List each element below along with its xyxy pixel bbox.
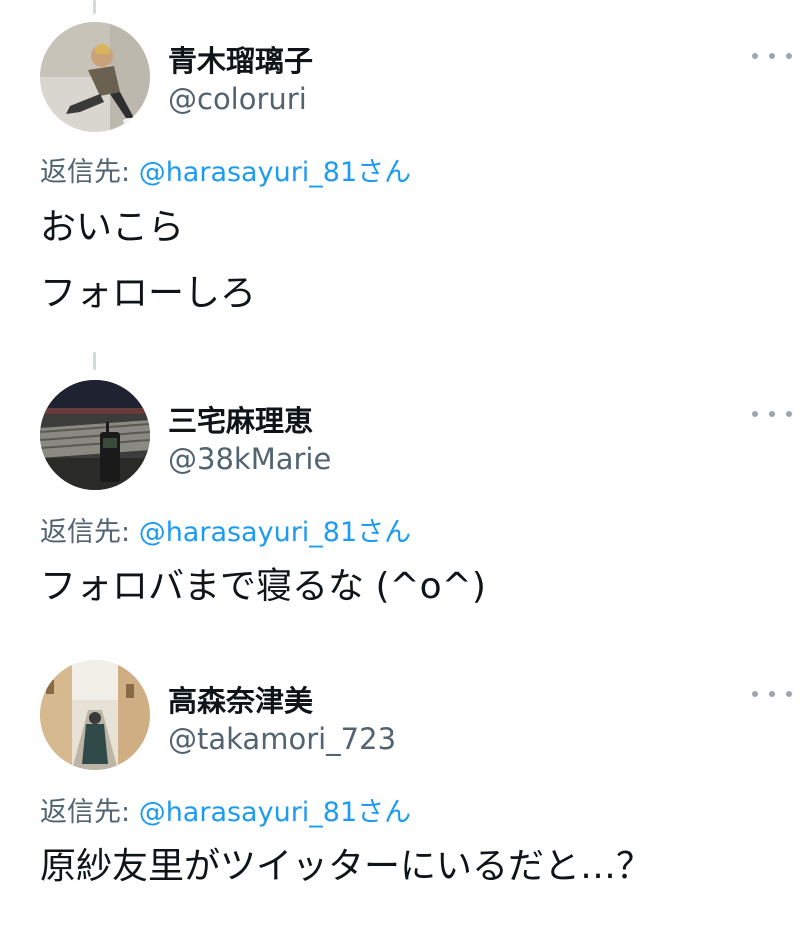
tweet[interactable]: 高森奈津美 @takamori_723 返信先: @harasayuri_81さ…	[0, 652, 810, 942]
reply-mention-link[interactable]: @harasayuri_81	[139, 157, 357, 188]
reply-to-line: 返信先: @harasayuri_81さん	[40, 790, 411, 829]
avatar[interactable]	[40, 380, 150, 490]
tweet-text-line: 原紗友里がツイッターにいるだと…？	[40, 846, 653, 887]
user-avatar-photo-icon	[40, 660, 150, 770]
tweet-text-line: おいこら	[40, 207, 185, 248]
more-options-icon[interactable]	[752, 404, 792, 424]
user-handle[interactable]: @38kMarie	[168, 442, 331, 476]
user-handle[interactable]: @takamori_723	[168, 722, 396, 756]
display-name[interactable]: 高森奈津美	[168, 678, 313, 720]
tweet[interactable]: 三宅麻理恵 @38kMarie 返信先: @harasayuri_81さん フォ…	[0, 372, 810, 642]
reply-mention-link[interactable]: @harasayuri_81	[139, 797, 357, 828]
tweet-text: フォロバまで寝るな (^o^)	[40, 554, 486, 620]
tweet[interactable]: 青木瑠璃子 @coloruri 返信先: @harasayuri_81さん おい…	[0, 0, 810, 340]
reply-suffix: さん	[357, 157, 412, 188]
tweet-text-line: フォロバまで寝るな (^o^)	[40, 566, 486, 607]
reply-prefix: 返信先:	[40, 517, 139, 548]
user-avatar-photo-icon	[40, 380, 150, 490]
reply-mention-link[interactable]: @harasayuri_81	[139, 517, 357, 548]
avatar[interactable]	[40, 660, 150, 770]
reply-prefix: 返信先:	[40, 157, 139, 188]
tweet-text: 原紗友里がツイッターにいるだと…？	[40, 834, 652, 900]
display-name[interactable]: 三宅麻理恵	[168, 398, 313, 440]
tweet-text-line: フォローしろ	[40, 273, 257, 314]
reply-suffix: さん	[357, 517, 412, 548]
user-handle[interactable]: @coloruri	[168, 82, 307, 116]
reply-prefix: 返信先:	[40, 797, 139, 828]
tweet-text: おいこら フォローしろ	[40, 195, 256, 327]
avatar[interactable]	[40, 22, 150, 132]
display-name[interactable]: 青木瑠璃子	[168, 38, 313, 80]
reply-suffix: さん	[357, 797, 412, 828]
user-avatar-photo-icon	[40, 22, 150, 132]
thread-line-middle	[93, 352, 96, 370]
more-options-icon[interactable]	[752, 46, 792, 66]
more-options-icon[interactable]	[752, 684, 792, 704]
reply-to-line: 返信先: @harasayuri_81さん	[40, 510, 411, 549]
reply-to-line: 返信先: @harasayuri_81さん	[40, 150, 411, 189]
